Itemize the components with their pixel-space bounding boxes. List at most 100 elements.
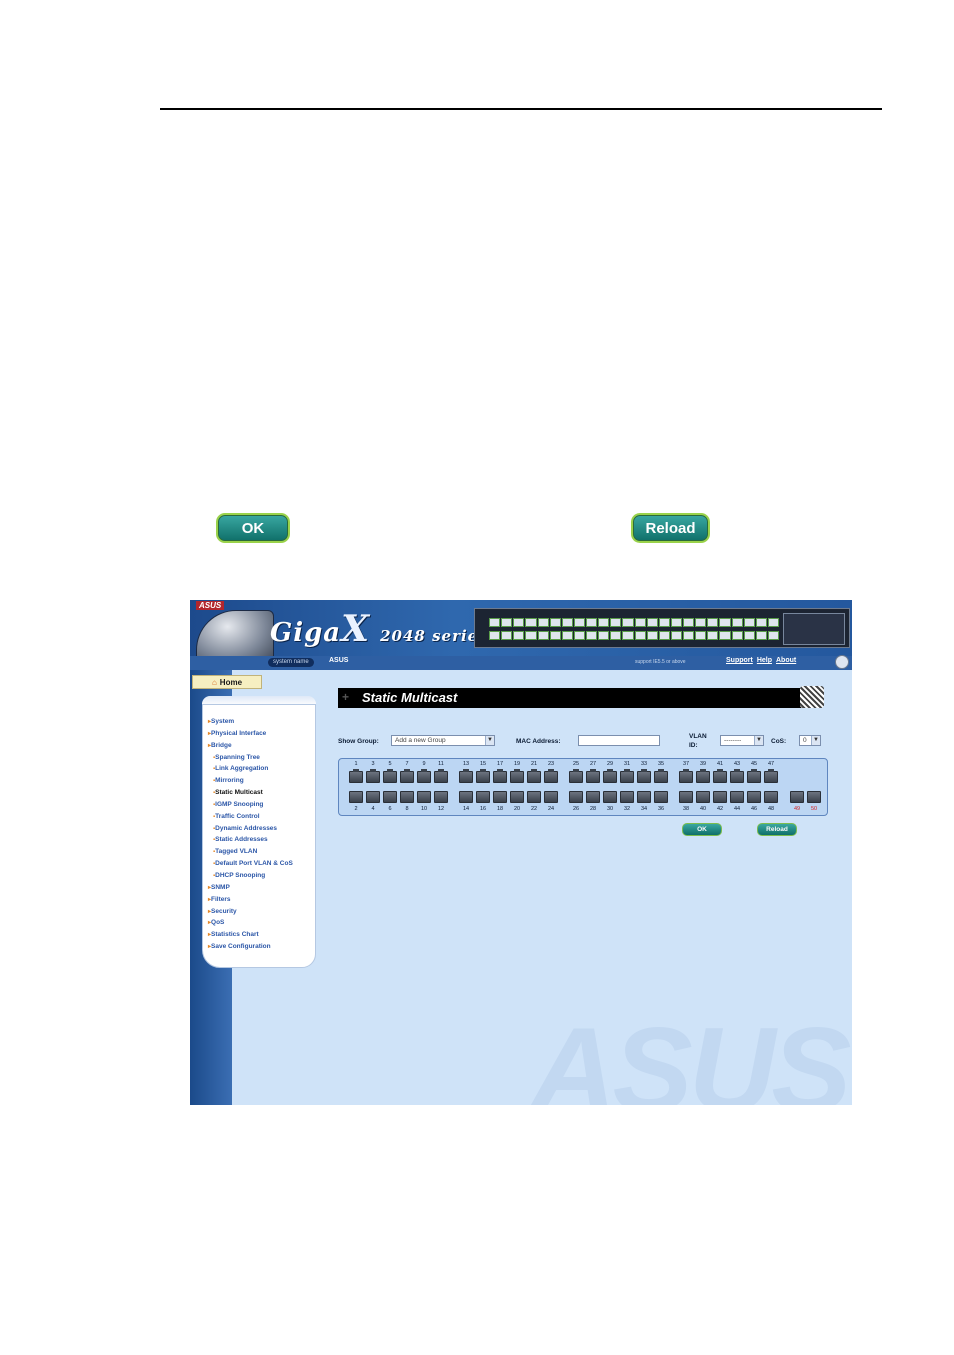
nav-item-dhcp-snooping[interactable]: DHCP Snooping <box>208 870 293 882</box>
nav-item-filters[interactable]: Filters <box>208 894 293 906</box>
port-checkbox[interactable] <box>383 791 397 803</box>
vlan-id-select[interactable]: -------- ▼ <box>720 735 764 746</box>
port-checkbox[interactable] <box>527 769 541 783</box>
port-checkbox[interactable] <box>620 769 634 783</box>
port-checkbox[interactable] <box>459 769 473 783</box>
show-group-select[interactable]: Add a new Group ▼ <box>391 735 495 746</box>
port-checkbox[interactable] <box>569 769 583 783</box>
port-checkbox[interactable] <box>434 769 448 783</box>
cos-value: 0 <box>803 737 807 744</box>
port-checkbox[interactable] <box>764 791 778 803</box>
port-checkbox[interactable] <box>400 791 414 803</box>
panel-port-led <box>731 618 743 627</box>
port-checkbox[interactable] <box>383 769 397 783</box>
port-checkbox[interactable] <box>434 791 448 803</box>
port-checkbox[interactable] <box>417 769 431 783</box>
port-checkbox[interactable] <box>696 791 710 803</box>
port-checkbox[interactable] <box>679 791 693 803</box>
nav-item-dynamic-addresses[interactable]: Dynamic Addresses <box>208 823 293 835</box>
port-checkbox[interactable] <box>510 769 524 783</box>
nav-item-physical-interface[interactable]: Physical Interface <box>208 728 293 740</box>
port-number: 47 <box>767 761 775 767</box>
port-checkbox[interactable] <box>366 769 380 783</box>
panel-port-led <box>561 631 573 640</box>
nav-item-statistics-chart[interactable]: Statistics Chart <box>208 929 293 941</box>
port-checkbox[interactable] <box>713 769 727 783</box>
nav-item-default-port-vlan-cos[interactable]: Default Port VLAN & CoS <box>208 858 293 870</box>
port-checkbox[interactable] <box>569 791 583 803</box>
port-checkbox[interactable] <box>586 791 600 803</box>
cos-select[interactable]: 0 ▼ <box>799 735 821 746</box>
nav-item-traffic-control[interactable]: Traffic Control <box>208 811 293 823</box>
port-checkbox[interactable] <box>476 791 490 803</box>
port-checkbox[interactable] <box>603 791 617 803</box>
port-checkbox[interactable] <box>603 769 617 783</box>
port-checkbox[interactable] <box>696 769 710 783</box>
mac-address-input[interactable] <box>578 735 660 746</box>
port-checkbox[interactable] <box>493 791 507 803</box>
port-number: 46 <box>750 806 758 812</box>
port-checkbox[interactable] <box>679 769 693 783</box>
port-checkbox[interactable] <box>764 769 778 783</box>
port-checkbox[interactable] <box>510 791 524 803</box>
port-number: 33 <box>640 761 648 767</box>
port-checkbox[interactable] <box>637 791 651 803</box>
nav-item-snmp[interactable]: SNMP <box>208 882 293 894</box>
port-checkbox[interactable] <box>654 791 668 803</box>
port-checkbox[interactable] <box>730 769 744 783</box>
port-selector-panel: 1 2 3 4 5 6 7 8 9 10 11 12 13 14 15 16 17 18 19 20 21 22 23 24 2… <box>338 758 828 816</box>
panel-port-led <box>707 618 719 627</box>
about-link[interactable]: About <box>776 657 796 664</box>
port-checkbox[interactable] <box>713 791 727 803</box>
port-checkbox[interactable] <box>620 791 634 803</box>
port-checkbox[interactable] <box>417 791 431 803</box>
port-checkbox[interactable] <box>459 791 473 803</box>
nav-item-system[interactable]: System <box>208 716 293 728</box>
nav-item-static-addresses[interactable]: Static Addresses <box>208 834 293 846</box>
panel-port-led <box>695 631 707 640</box>
brand-x: X <box>341 608 371 650</box>
port-checkbox[interactable] <box>730 791 744 803</box>
nav-item-link-aggregation[interactable]: Link Aggregation <box>208 763 293 775</box>
port-checkbox[interactable] <box>637 769 651 783</box>
port-number: 3 <box>371 761 375 767</box>
port-checkbox[interactable] <box>400 769 414 783</box>
port-checkbox[interactable] <box>747 769 761 783</box>
home-tab[interactable]: ⌂ Home <box>192 675 262 689</box>
nav-item-igmp-snooping[interactable]: IGMP Snooping <box>208 799 293 811</box>
logout-round-button[interactable] <box>835 655 849 669</box>
panel-port-led <box>646 618 658 627</box>
port-checkbox[interactable] <box>527 791 541 803</box>
nav-item-mirroring[interactable]: Mirroring <box>208 775 293 787</box>
port-checkbox[interactable] <box>476 769 490 783</box>
port-checkbox[interactable] <box>366 791 380 803</box>
uplink-port-checkbox[interactable] <box>790 791 804 803</box>
nav-item-qos[interactable]: QoS <box>208 917 293 929</box>
port-checkbox[interactable] <box>349 769 363 783</box>
support-link[interactable]: Support <box>726 657 753 664</box>
nav-item-spanning-tree[interactable]: Spanning Tree <box>208 752 293 764</box>
reload-button[interactable]: Reload <box>757 823 797 836</box>
nav-item-security[interactable]: Security <box>208 906 293 918</box>
nav-item-save-configuration[interactable]: Save Configuration <box>208 941 293 953</box>
port-checkbox[interactable] <box>544 769 558 783</box>
uplink-port-checkbox[interactable] <box>807 791 821 803</box>
panel-port-led <box>670 631 682 640</box>
port-checkbox[interactable] <box>349 791 363 803</box>
port-number: 48 <box>767 806 775 812</box>
port-checkbox[interactable] <box>654 769 668 783</box>
panel-port-led <box>525 618 537 627</box>
help-link[interactable]: Help <box>757 657 772 664</box>
nav-item-bridge[interactable]: Bridge <box>208 740 293 752</box>
nav-item-static-multicast[interactable]: Static Multicast <box>208 787 293 799</box>
port-number: 9 <box>422 761 426 767</box>
nav-item-tagged-vlan[interactable]: Tagged VLAN <box>208 846 293 858</box>
port-checkbox[interactable] <box>544 791 558 803</box>
port-number: 45 <box>750 761 758 767</box>
port-checkbox[interactable] <box>493 769 507 783</box>
ok-button[interactable]: OK <box>682 823 722 836</box>
port-checkbox[interactable] <box>586 769 600 783</box>
ok-button-illustration: OK <box>216 513 290 543</box>
chevron-down-icon: ▼ <box>811 736 820 745</box>
port-checkbox[interactable] <box>747 791 761 803</box>
